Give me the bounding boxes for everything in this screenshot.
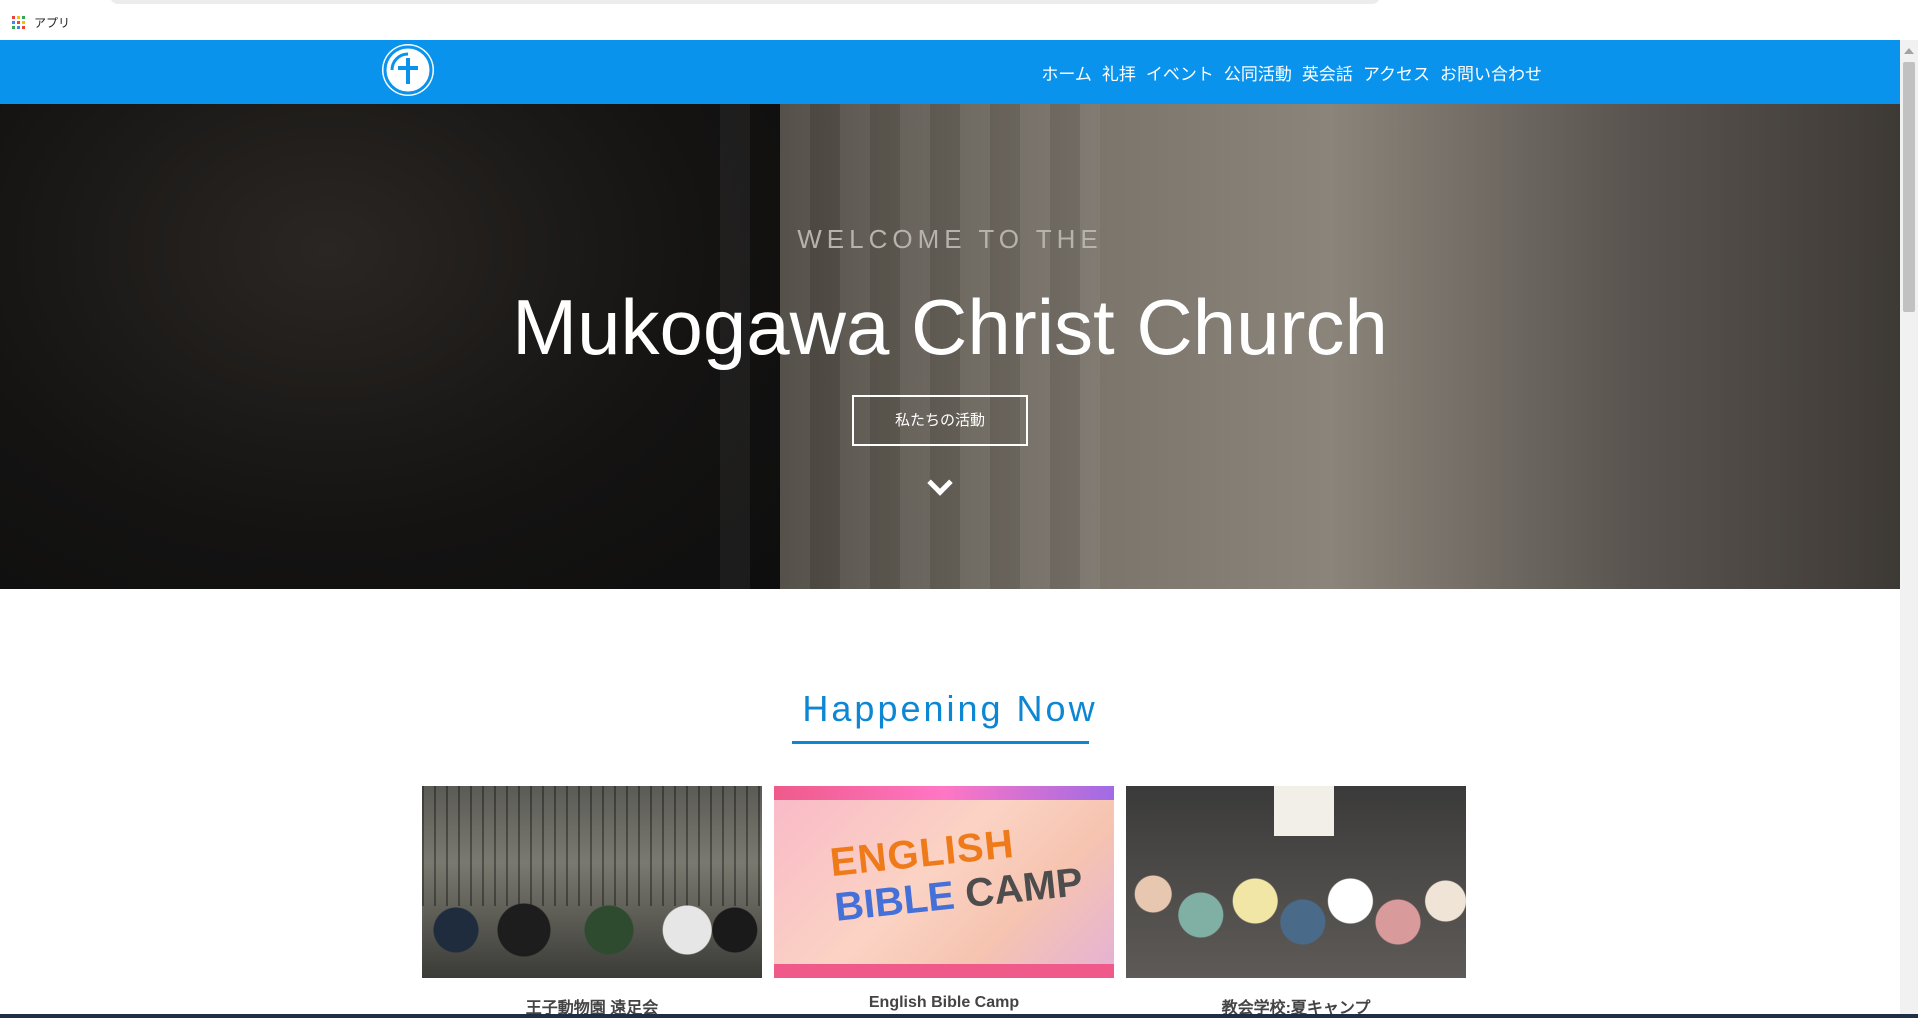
scroll-up-arrow-icon[interactable]: [1904, 48, 1914, 54]
nav-access[interactable]: アクセス: [1363, 60, 1430, 85]
hero-title: Mukogawa Christ Church: [512, 283, 1388, 371]
apps-label: アプリ: [34, 16, 71, 30]
section-heading: Happening Now: [802, 688, 1098, 729]
photo-screen: [1274, 786, 1334, 836]
event-card-title[interactable]: English Bible Camp: [774, 994, 1114, 1012]
hero-welcome-text: WELCOME TO THE: [797, 224, 1103, 254]
nav-contact[interactable]: お問い合わせ: [1440, 60, 1542, 85]
event-card[interactable]: 王子動物園 遠足会: [422, 786, 762, 1018]
taskbar-edge: [0, 1014, 1918, 1018]
heading-underline: [792, 741, 1089, 744]
address-bar-edge: [110, 0, 1380, 4]
photo-group: [422, 858, 762, 978]
photo-group: [1126, 838, 1466, 978]
page-scrollbar[interactable]: [1900, 40, 1918, 1018]
bookmarks-bar: アプリ: [0, 0, 1918, 41]
banner-text: ENGLISH BIBLE CAMP: [828, 815, 1085, 931]
banner-bottom-band: [774, 964, 1114, 978]
site-header: ホーム 礼拝 イベント 公同活動 英会話 アクセス お問い合わせ: [0, 40, 1900, 104]
banner-top-band: [774, 786, 1114, 800]
church-logo[interactable]: [382, 44, 434, 96]
nav-home[interactable]: ホーム: [1041, 60, 1092, 85]
nav-events[interactable]: イベント: [1146, 60, 1214, 85]
cross-logo-icon: [383, 45, 433, 95]
event-card[interactable]: ENGLISH BIBLE CAMP English Bible Camp: [774, 786, 1114, 1012]
nav-worship[interactable]: 礼拝: [1102, 60, 1136, 85]
our-activities-button[interactable]: 私たちの活動: [852, 395, 1028, 446]
event-card[interactable]: 教会学校:夏キャンプ: [1126, 786, 1466, 1018]
hero-banner: WELCOME TO THE Mukogawa Christ Church 私た…: [0, 104, 1900, 589]
main-nav: ホーム 礼拝 イベント 公同活動 英会話 アクセス お問い合わせ: [1041, 60, 1542, 85]
apps-bookmark[interactable]: アプリ: [12, 14, 70, 31]
scroll-thumb[interactable]: [1903, 62, 1915, 312]
bible-camp-banner[interactable]: ENGLISH BIBLE CAMP: [774, 786, 1114, 978]
summer-camp-photo[interactable]: [1126, 786, 1466, 978]
apps-grid-icon: [12, 15, 26, 30]
nav-public-activities[interactable]: 公同活動: [1224, 60, 1292, 85]
zoo-trip-photo[interactable]: [422, 786, 762, 978]
nav-english[interactable]: 英会話: [1302, 60, 1353, 85]
